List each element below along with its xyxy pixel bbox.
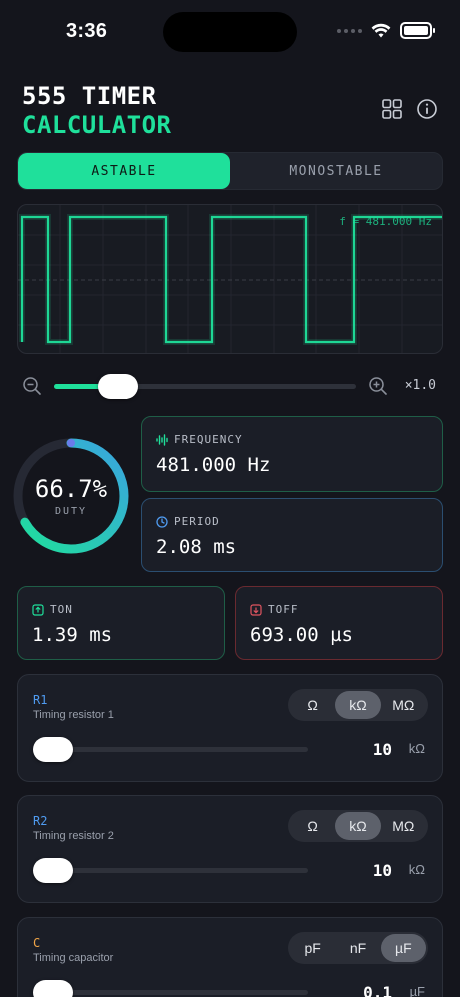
- r2-slider-track[interactable]: [33, 868, 308, 873]
- arrow-down-box-icon: [250, 603, 262, 616]
- r1-unit-selector: Ω kΩ MΩ: [288, 689, 428, 721]
- r2-value: 10: [372, 861, 392, 880]
- status-icons: [337, 22, 435, 39]
- ton-value: 1.39 ms: [32, 624, 113, 646]
- frequency-card: FREQUENCY 481.000 Hz: [141, 416, 443, 492]
- r1-name: R1: [33, 693, 48, 707]
- clock-icon: [156, 515, 168, 528]
- frequency-value: 481.000 Hz: [156, 454, 271, 476]
- status-bar: 3:36: [0, 0, 460, 62]
- r2-slider-thumb[interactable]: [33, 858, 73, 883]
- c-value: 0.1: [363, 983, 392, 997]
- zoom-in-icon[interactable]: [368, 376, 388, 396]
- r1-unit-mohm[interactable]: MΩ: [381, 691, 426, 719]
- signal-icon: [337, 28, 362, 33]
- ton-label: TON: [50, 603, 73, 616]
- r1-panel: R1 Timing resistor 1 Ω kΩ MΩ 10 kΩ: [17, 674, 443, 782]
- r1-unit-ohm[interactable]: Ω: [290, 691, 335, 719]
- duty-cycle-label: DUTY: [54, 506, 88, 517]
- arrow-up-box-icon: [32, 603, 44, 616]
- r2-unit-mohm[interactable]: MΩ: [381, 812, 426, 840]
- toff-label: TOFF: [268, 603, 299, 616]
- zoom-out-icon[interactable]: [22, 376, 42, 396]
- c-unit-pf[interactable]: pF: [290, 934, 335, 962]
- app-title-line1: 555 TIMER: [22, 82, 157, 110]
- wifi-icon: [371, 23, 391, 37]
- zoom-slider-thumb[interactable]: [98, 374, 138, 399]
- waveform-icon: [156, 433, 168, 446]
- r2-unit-ohm[interactable]: Ω: [290, 812, 335, 840]
- dynamic-island: [163, 12, 297, 52]
- toff-value: 693.00 µs: [250, 624, 353, 646]
- period-value: 2.08 ms: [156, 536, 237, 558]
- r2-unit-selector: Ω kΩ MΩ: [288, 810, 428, 842]
- period-card: PERIOD 2.08 ms: [141, 498, 443, 572]
- capacitor-panel: C Timing capacitor pF nF µF 0.1 µF: [17, 917, 443, 997]
- c-unit-uf[interactable]: µF: [380, 934, 426, 962]
- r2-panel: R2 Timing resistor 2 Ω kΩ MΩ 10 kΩ: [17, 795, 443, 903]
- zoom-level: ×1.0: [404, 378, 436, 393]
- c-slider-thumb[interactable]: [33, 980, 73, 997]
- toff-card: TOFF 693.00 µs: [235, 586, 443, 660]
- c-unit-nf[interactable]: nF: [335, 934, 380, 962]
- r2-unit: kΩ: [408, 862, 425, 877]
- r2-name: R2: [33, 814, 48, 828]
- duty-cycle-value: 66.7%: [34, 475, 108, 503]
- grid-icon[interactable]: [381, 98, 403, 120]
- c-name: C: [33, 936, 41, 950]
- r2-unit-kohm[interactable]: kΩ: [335, 812, 381, 840]
- app-title-line2: CALCULATOR: [22, 111, 172, 139]
- c-unit: µF: [409, 984, 425, 997]
- square-wave-trace: [20, 215, 442, 344]
- ton-card: TON 1.39 ms: [17, 586, 225, 660]
- r2-description: Timing resistor 2: [33, 830, 114, 842]
- mode-toggle: ASTABLE MONOSTABLE: [17, 152, 443, 190]
- waveform-frequency-label: f = 481.000 Hz: [339, 215, 432, 228]
- duty-cycle-gauge: 66.7% DUTY: [10, 435, 132, 557]
- info-icon[interactable]: [416, 98, 438, 120]
- r1-slider-track[interactable]: [33, 747, 308, 752]
- mode-astable-button[interactable]: ASTABLE: [18, 153, 230, 189]
- waveform-display: f = 481.000 Hz: [17, 204, 443, 354]
- zoom-control: ×1.0: [22, 374, 442, 399]
- period-label: PERIOD: [174, 515, 220, 528]
- r1-unit-kohm[interactable]: kΩ: [335, 691, 381, 719]
- battery-icon: [400, 22, 435, 39]
- r1-description: Timing resistor 1: [33, 709, 114, 721]
- r1-unit: kΩ: [408, 741, 425, 756]
- r1-value: 10: [372, 740, 392, 759]
- r1-slider-thumb[interactable]: [33, 737, 73, 762]
- c-slider-track[interactable]: [33, 990, 308, 995]
- mode-monostable-button[interactable]: MONOSTABLE: [230, 153, 442, 189]
- frequency-label: FREQUENCY: [174, 433, 243, 446]
- c-unit-selector: pF nF µF: [288, 932, 428, 964]
- status-time: 3:36: [66, 20, 108, 42]
- c-description: Timing capacitor: [33, 952, 114, 964]
